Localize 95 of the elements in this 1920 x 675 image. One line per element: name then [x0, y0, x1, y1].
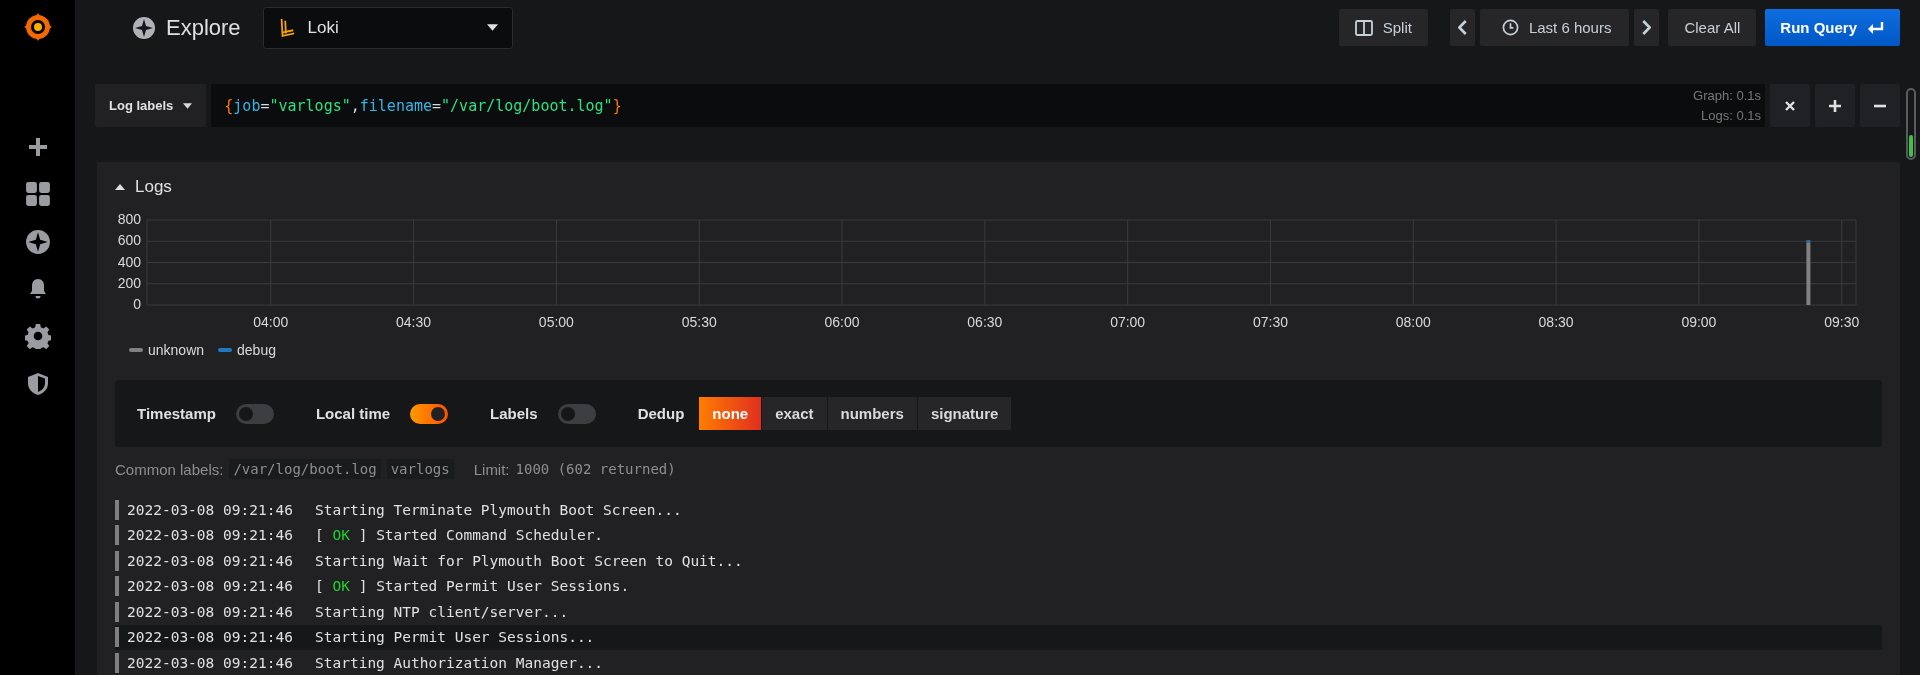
log-timestamp: 2022-03-08 09:21:46	[127, 654, 294, 671]
switch-label: Labels	[490, 405, 538, 422]
clear-all-button[interactable]: Clear All	[1668, 9, 1757, 46]
clock-icon	[1501, 19, 1519, 36]
log-timestamp: 2022-03-08 09:21:46	[127, 501, 294, 518]
log-message: [ OK ] Started Permit User Sessions.	[315, 578, 630, 595]
legend-item[interactable]: debug	[218, 342, 276, 358]
log-row[interactable]: 2022-03-08 09:21:46 Starting Terminate Plymouth Boot Screen...	[115, 497, 1882, 523]
log-row[interactable]: 2022-03-08 09:21:46 [ OK ] Started Permit User Sessions.	[115, 573, 1882, 599]
log-row[interactable]: 2022-03-08 09:21:46 [ OK ] Started Command Scheduler.	[115, 522, 1882, 548]
axis-tick-label: 07:00	[1110, 314, 1146, 330]
axis-tick-label: 0	[133, 296, 141, 312]
dashboard-grid-icon[interactable]	[24, 181, 51, 207]
axis-tick-label: 04:30	[396, 314, 432, 330]
switch-label: Local time	[315, 405, 391, 422]
log-row[interactable]: 2022-03-08 09:21:46 Starting Permit User Sessions...	[115, 624, 1882, 650]
next-button[interactable]	[1634, 9, 1660, 46]
dedup-option[interactable]: none	[699, 397, 762, 430]
label-chip: varlogs	[386, 459, 454, 479]
query-input-field[interactable]: {job="varlogs",filename="/var/log/boot.log"} Graph: 0.1s Logs: 0.1s	[211, 84, 1765, 127]
log-message: Starting Wait for Plymouth Boot Screen to Quit...	[315, 552, 743, 569]
log-row[interactable]: 2022-03-08 09:21:46 Starting Authorization Manager...	[115, 650, 1882, 675]
datasource-picker[interactable]: Loki	[262, 6, 513, 49]
caret-down-icon	[183, 102, 193, 109]
level-marker	[115, 576, 119, 597]
toggle-switch[interactable]	[410, 403, 449, 424]
axis-tick-label: 06:00	[824, 314, 860, 330]
log-timestamp: 2022-03-08 09:21:46	[127, 527, 294, 544]
limit-label: Limit:	[473, 460, 510, 478]
label-chip: /var/log/boot.log	[229, 459, 381, 479]
level-marker	[115, 627, 119, 648]
log-labels-button[interactable]: Log labels	[95, 84, 207, 127]
remove-query-button[interactable]	[1770, 84, 1810, 127]
scrollbar[interactable]	[1906, 88, 1916, 160]
axis-tick-label: 09:30	[1824, 314, 1860, 330]
chevron-left-icon	[1457, 20, 1467, 35]
axis-tick-label: 08:00	[1395, 314, 1431, 330]
log-message: Starting Permit User Sessions...	[315, 629, 595, 646]
log-timestamp: 2022-03-08 09:21:46	[127, 552, 294, 569]
level-marker	[115, 499, 119, 520]
logs-panel-toggle[interactable]: Logs	[115, 162, 172, 198]
dedup-option[interactable]: exact	[762, 397, 827, 430]
log-message: Starting Terminate Plymouth Boot Screen...	[315, 501, 682, 518]
axis-tick-label: 07:30	[1252, 314, 1288, 330]
query-timing-text: Logs: 0.1s	[1701, 106, 1761, 125]
axis-tick-label: 400	[117, 253, 141, 270]
dedup-option[interactable]: numbers	[827, 397, 917, 430]
level-marker	[115, 652, 119, 673]
log-message: Starting Authorization Manager...	[315, 654, 604, 671]
enter-icon	[1867, 20, 1885, 35]
level-marker	[115, 601, 119, 622]
add-query-button[interactable]	[1815, 84, 1855, 127]
log-message: [ OK ] Started Command Scheduler.	[315, 527, 604, 544]
log-timestamp: 2022-03-08 09:21:46	[127, 629, 294, 646]
level-marker	[115, 525, 119, 546]
axis-tick-label: 600	[117, 232, 141, 249]
gear-icon[interactable]	[24, 323, 51, 349]
log-message: Starting NTP client/server...	[315, 603, 569, 620]
close-icon	[1785, 100, 1795, 111]
limit-value: 1000 (602 returned)	[515, 461, 676, 477]
plus-icon	[1829, 99, 1841, 112]
axis-tick-label: 08:30	[1538, 314, 1574, 330]
run-query-button[interactable]: Run Query	[1765, 9, 1900, 46]
query-timing-text: Graph: 0.1s	[1693, 86, 1761, 105]
axis-tick-label: 04:00	[253, 314, 289, 330]
common-labels-label: Common labels:	[115, 460, 224, 478]
compass-icon	[132, 15, 156, 40]
axis-tick-label: 09:00	[1681, 314, 1717, 330]
columns-icon	[1354, 18, 1373, 37]
log-row[interactable]: 2022-03-08 09:21:46 Starting Wait for Plymouth Boot Screen to Quit...	[115, 548, 1882, 574]
page-title: Explore	[166, 14, 241, 41]
axis-tick-label: 800	[117, 211, 141, 227]
log-row[interactable]: 2022-03-08 09:21:46 Starting NTP client/server...	[115, 599, 1882, 625]
dedup-label: Dedup	[637, 405, 685, 422]
toggle-switch[interactable]	[235, 403, 274, 424]
switch-label: Timestamp	[137, 405, 216, 422]
log-timestamp: 2022-03-08 09:21:46	[127, 603, 294, 620]
axis-tick-label: 05:30	[681, 314, 717, 330]
minus-icon	[1874, 103, 1886, 108]
axis-tick-label: 06:30	[967, 314, 1003, 330]
compass-icon[interactable]	[24, 229, 51, 255]
caret-down-icon	[486, 24, 498, 31]
level-marker	[115, 550, 119, 571]
dedup-option[interactable]: signature	[917, 397, 1012, 430]
log-timestamp: 2022-03-08 09:21:46	[127, 578, 294, 595]
previous-button[interactable]	[1449, 9, 1475, 46]
axis-tick-label: 200	[117, 274, 141, 291]
legend-item[interactable]: unknown	[129, 342, 205, 358]
caret-icon	[115, 184, 125, 190]
toggle-switch[interactable]	[557, 403, 596, 424]
shield-icon[interactable]	[25, 371, 50, 397]
split-button[interactable]: Split	[1338, 9, 1428, 46]
axis-tick-label: 05:00	[538, 314, 574, 330]
chevron-right-icon	[1642, 20, 1652, 35]
time-range-button[interactable]: Last 6 hours	[1479, 9, 1630, 46]
